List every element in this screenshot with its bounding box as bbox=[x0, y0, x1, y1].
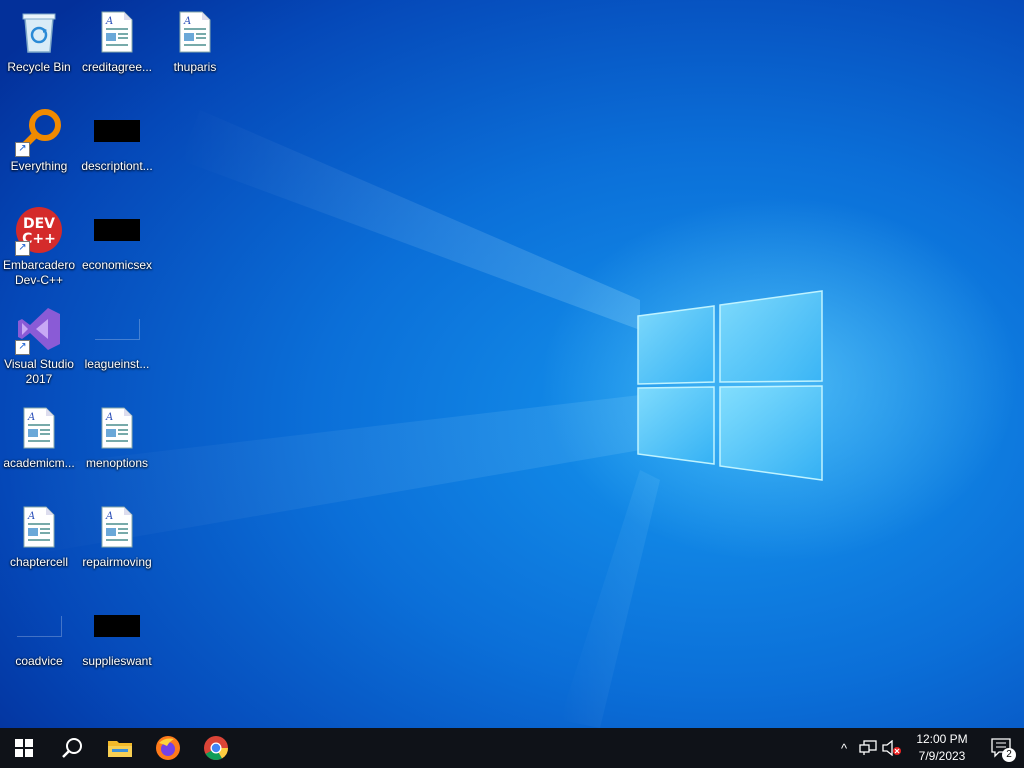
desktop-icon-label: Recycle Bin bbox=[7, 60, 71, 74]
desktop-icon-label: leagueinst... bbox=[84, 357, 150, 371]
chrome-button[interactable] bbox=[192, 728, 240, 768]
desktop-icon-visual-studio[interactable]: ↗ Visual Studio 2017 bbox=[0, 305, 78, 397]
folder-icon bbox=[108, 741, 132, 757]
desktop-icon-label: thuparis bbox=[173, 60, 217, 74]
blank-thumbnail bbox=[93, 305, 141, 353]
document-icon: A bbox=[93, 404, 141, 452]
system-tray: ^ 12:00 PM 7/9/2023 2 bbox=[832, 728, 1024, 768]
document-icon: A bbox=[93, 8, 141, 56]
svg-text:A: A bbox=[105, 412, 113, 423]
desktop-icon-menoptions[interactable]: A menoptions bbox=[78, 404, 156, 496]
desktop-icon-leagueinst[interactable]: leagueinst... bbox=[78, 305, 156, 397]
firefox-icon bbox=[156, 736, 180, 760]
desktop-icon-coadvice[interactable]: coadvice bbox=[0, 602, 78, 694]
desktop-icon-everything[interactable]: ↗ Everything bbox=[0, 107, 78, 199]
desktop-icon-label: chaptercell bbox=[9, 555, 69, 569]
desktop-icon-label: Embarcadero Dev-C++ bbox=[2, 258, 76, 287]
desktop-icon-recycle-bin[interactable]: Recycle Bin bbox=[0, 8, 78, 100]
desktop-icon-repairmoving[interactable]: A repairmoving bbox=[78, 503, 156, 595]
desktop-icon-label: menoptions bbox=[85, 456, 149, 470]
desktop-icon-chaptercell[interactable]: A chaptercell bbox=[0, 503, 78, 595]
start-button[interactable] bbox=[0, 728, 48, 768]
chrome-icon bbox=[204, 736, 228, 761]
desktop-icon-label: Visual Studio 2017 bbox=[4, 357, 74, 386]
redacted-thumbnail bbox=[93, 602, 141, 650]
svg-text:A: A bbox=[27, 511, 35, 522]
desktop-icon-supplieswant[interactable]: supplieswant bbox=[78, 602, 156, 694]
visual-studio-icon: ↗ bbox=[15, 305, 63, 355]
desktop-icon-label: Everything bbox=[10, 159, 68, 173]
document-icon: A bbox=[171, 8, 219, 56]
action-center-button[interactable]: 2 bbox=[980, 728, 1024, 768]
desktop-icon-label: repairmoving bbox=[82, 555, 152, 569]
network-icon[interactable] bbox=[856, 728, 880, 768]
notification-count-badge: 2 bbox=[1002, 748, 1016, 762]
svg-text:A: A bbox=[183, 16, 191, 27]
desktop-icon-descriptiont[interactable]: descriptiont... bbox=[78, 107, 156, 199]
desktop-icon-creditagree[interactable]: A creditagree... bbox=[78, 8, 156, 100]
desktop-icon-label: academicm... bbox=[3, 456, 75, 470]
desktop-icon-economicsex[interactable]: economicsex bbox=[78, 206, 156, 298]
recycle-bin-icon bbox=[15, 8, 63, 56]
search-button[interactable] bbox=[48, 728, 96, 768]
svg-text:A: A bbox=[27, 412, 35, 423]
redacted-thumbnail bbox=[93, 206, 141, 254]
desktop-icon-label: coadvice bbox=[15, 654, 63, 668]
windows-start-icon bbox=[15, 739, 33, 757]
document-icon: A bbox=[15, 404, 63, 452]
blank-thumbnail bbox=[15, 602, 63, 650]
desktop-icon-devcpp[interactable]: DEV C++ ↗ Embarcadero Dev-C++ bbox=[0, 206, 78, 298]
document-icon: A bbox=[93, 503, 141, 551]
desktop-icon-thuparis[interactable]: A thuparis bbox=[156, 8, 234, 100]
clock-time: 12:00 PM bbox=[916, 732, 968, 746]
svg-text:A: A bbox=[105, 16, 113, 27]
everything-search-icon: ↗ bbox=[15, 107, 63, 157]
desktop-icon-label: supplieswant bbox=[82, 654, 152, 668]
devcpp-icon: DEV C++ ↗ bbox=[15, 206, 63, 256]
taskbar-clock[interactable]: 12:00 PM 7/9/2023 bbox=[904, 731, 980, 765]
taskbar: ^ 12:00 PM 7/9/2023 2 bbox=[0, 728, 1024, 768]
desktop-icon-label: creditagree... bbox=[81, 60, 153, 74]
desktop-icon-academicm[interactable]: A academicm... bbox=[0, 404, 78, 496]
shortcut-arrow-icon: ↗ bbox=[15, 142, 30, 157]
volume-muted-icon[interactable] bbox=[880, 728, 904, 768]
document-icon: A bbox=[15, 503, 63, 551]
shortcut-arrow-icon: ↗ bbox=[15, 340, 30, 355]
desktop-icon-label: descriptiont... bbox=[81, 159, 153, 173]
search-icon bbox=[62, 738, 82, 758]
redacted-thumbnail bbox=[93, 107, 141, 155]
desktop-background[interactable]: Recycle Bin ↗ Everything DEV C++ ↗ Embar… bbox=[0, 0, 1024, 728]
firefox-button[interactable] bbox=[144, 728, 192, 768]
svg-text:DEV: DEV bbox=[23, 216, 55, 232]
desktop-icon-label: economicsex bbox=[81, 258, 153, 272]
file-explorer-button[interactable] bbox=[96, 728, 144, 768]
shortcut-arrow-icon: ↗ bbox=[15, 241, 30, 256]
clock-date: 7/9/2023 bbox=[918, 749, 966, 763]
svg-text:A: A bbox=[105, 511, 113, 522]
windows-logo bbox=[637, 290, 823, 481]
tray-chevron-icon[interactable]: ^ bbox=[832, 728, 856, 768]
